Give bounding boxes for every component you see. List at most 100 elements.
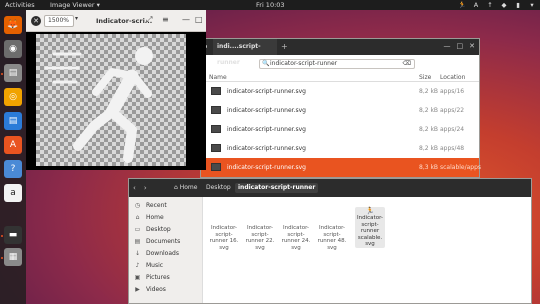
sidebar-item-recent[interactable]: ◷ Recent bbox=[133, 200, 201, 212]
window-controls: — □ ✕ bbox=[444, 42, 476, 50]
close-button[interactable]: ✕ bbox=[469, 42, 475, 50]
image-canvas[interactable] bbox=[36, 34, 186, 166]
file-thumbnail bbox=[211, 87, 221, 95]
sidebar-item-label: Documents bbox=[146, 238, 181, 245]
videos-icon: ▶ bbox=[135, 286, 140, 293]
rhythmbox-icon[interactable]: ◎ bbox=[4, 88, 22, 106]
top-bar: Activities Image Viewer ▾ Fri 10:03 🏃 A … bbox=[0, 0, 540, 10]
fullscreen-icon[interactable]: ⤢ bbox=[146, 15, 152, 25]
table-row[interactable]: indicator-script-runner.svg 8,2 kB apps/… bbox=[201, 101, 479, 120]
file-label-line: Indicator- bbox=[211, 225, 237, 231]
file-name: indicator-script-runner.svg bbox=[227, 145, 306, 152]
file-item-selected[interactable]: 🏃 Indicator- script- runner scalable. sv… bbox=[355, 207, 385, 248]
column-location[interactable]: Location bbox=[440, 74, 465, 81]
battery-icon[interactable]: ▮ bbox=[514, 1, 522, 9]
table-row-selected[interactable]: indicator-script-runner.svg 8,3 kB scala… bbox=[201, 158, 482, 177]
search-results-window: ◂ indi....script-runner + — □ ✕ 🔍 indica… bbox=[200, 38, 482, 178]
breadcrumb-home-label: Home bbox=[179, 184, 198, 191]
file-name: indicator-script-runner.svg bbox=[227, 107, 306, 114]
file-size: 8,2 kB bbox=[419, 88, 439, 95]
email-icon[interactable]: ◉ bbox=[4, 40, 22, 58]
sidebar-item-pictures[interactable]: ▣ Pictures bbox=[133, 272, 201, 284]
maximize-button[interactable]: □ bbox=[457, 42, 464, 50]
app-menu[interactable]: Image Viewer ▾ bbox=[50, 1, 100, 9]
sidebar-item-documents[interactable]: ▤ Documents bbox=[133, 236, 201, 248]
file-item[interactable]: Indicator- script- runner 48. svg bbox=[317, 217, 347, 251]
hamburger-menu-icon[interactable]: ≡ bbox=[162, 15, 169, 24]
file-label-line: runner 22. bbox=[245, 238, 275, 244]
file-label-line: svg bbox=[327, 244, 337, 251]
running-indicator bbox=[1, 235, 3, 237]
clear-search-icon[interactable]: ⌫ bbox=[403, 60, 411, 68]
sidebar-item-desktop[interactable]: ▭ Desktop bbox=[133, 224, 201, 236]
terminal-icon[interactable]: ▬ bbox=[4, 226, 22, 244]
sidebar-item-home[interactable]: ⌂ Home bbox=[133, 212, 201, 224]
minimize-button[interactable]: — bbox=[444, 42, 451, 50]
forward-button[interactable]: › bbox=[144, 184, 147, 192]
nav-buttons: ‹ › bbox=[133, 184, 147, 192]
file-item[interactable]: Indicator- script- runner 16. svg bbox=[209, 217, 239, 251]
sidebar: ◷ Recent ⌂ Home ▭ Desktop ▤ Documents ↓ Downl… bbox=[129, 197, 203, 303]
file-label-line: Indicator- bbox=[357, 215, 383, 221]
amazon-icon[interactable]: a bbox=[4, 184, 22, 202]
running-indicator bbox=[1, 257, 3, 259]
file-item[interactable]: Indicator- script- runner 24. svg bbox=[281, 217, 311, 251]
sidebar-item-label: Home bbox=[146, 214, 164, 221]
system-menu-icon[interactable]: ▾ bbox=[528, 1, 536, 9]
breadcrumb-desktop[interactable]: Desktop bbox=[203, 183, 234, 193]
sidebar-item-label: Pictures bbox=[146, 274, 170, 281]
sidebar-item-videos[interactable]: ▶ Videos bbox=[133, 284, 201, 296]
search-icon: 🔍 bbox=[262, 60, 270, 67]
keyboard-layout-icon[interactable]: A bbox=[472, 1, 480, 9]
sidebar-item-music[interactable]: ♪ Music bbox=[133, 260, 201, 272]
back-button[interactable]: ‹ bbox=[133, 184, 136, 192]
file-label-line: svg bbox=[219, 244, 229, 251]
file-label-line: runner 16. bbox=[209, 238, 239, 244]
recent-icon: ◷ bbox=[134, 202, 141, 209]
desktop-icon: ▭ bbox=[134, 226, 141, 233]
running-indicator bbox=[1, 73, 3, 75]
table-row[interactable]: indicator-script-runner.svg 8,2 kB apps/… bbox=[201, 120, 479, 139]
software-icon[interactable]: A bbox=[4, 136, 22, 154]
activities-button[interactable]: Activities bbox=[5, 1, 35, 9]
clock[interactable]: Fri 10:03 bbox=[256, 1, 285, 9]
breadcrumb-current[interactable]: indicator-script-runner bbox=[235, 183, 319, 193]
close-button[interactable]: ✕ bbox=[31, 16, 41, 26]
firefox-icon[interactable]: 🦊 bbox=[4, 16, 22, 34]
new-tab-button[interactable]: + bbox=[281, 42, 288, 51]
file-item[interactable]: Indicator- script- runner 22. svg bbox=[245, 217, 275, 251]
column-size[interactable]: Size bbox=[419, 74, 431, 81]
zoom-level[interactable]: 1500% bbox=[44, 15, 74, 27]
files-icon[interactable]: ▤ bbox=[4, 64, 22, 82]
tab-search-results[interactable]: indi....script-runner bbox=[213, 39, 277, 66]
script-runner-indicator-icon[interactable]: 🏃 bbox=[458, 1, 466, 9]
image-viewer-icon[interactable]: ▦ bbox=[4, 248, 22, 266]
help-icon[interactable]: ? bbox=[4, 160, 22, 178]
file-label-line: svg bbox=[365, 241, 375, 247]
file-size: 8,2 kB bbox=[419, 107, 439, 114]
dock: 🦊 ◉ ▤ ◎ ▤ A ? a ▬ ▦ bbox=[0, 10, 26, 304]
writer-icon[interactable]: ▤ bbox=[4, 112, 22, 130]
table-row[interactable]: indicator-script-runner.svg 8,2 kB apps/… bbox=[201, 82, 479, 101]
files-header: ‹ › ⌂ Home Desktop indicator-script-runn… bbox=[129, 179, 531, 197]
sidebar-item-label: Videos bbox=[146, 286, 166, 293]
pictures-icon: ▣ bbox=[134, 274, 141, 281]
file-grid: Indicator- script- runner 16. svg Indica… bbox=[203, 197, 531, 303]
file-location: apps/24 bbox=[440, 126, 465, 133]
file-location: scalable/apps bbox=[440, 164, 482, 171]
network-icon[interactable]: ↑ bbox=[486, 1, 494, 9]
file-icon bbox=[317, 217, 347, 225]
volume-icon[interactable]: ◆ bbox=[500, 1, 508, 9]
zoom-dropdown-icon[interactable]: ▾ bbox=[75, 15, 78, 22]
maximize-button[interactable]: □ bbox=[195, 15, 203, 24]
search-input[interactable]: 🔍 indicator-script-runner ⌫ bbox=[259, 59, 415, 69]
minimize-button[interactable]: — bbox=[182, 15, 190, 24]
column-name[interactable]: Name bbox=[209, 74, 227, 81]
file-label-line: Indicator- bbox=[247, 225, 273, 231]
sidebar-item-downloads[interactable]: ↓ Downloads bbox=[133, 248, 201, 260]
file-location: apps/16 bbox=[440, 88, 465, 95]
column-headers: Name Size Location bbox=[201, 72, 479, 82]
table-row[interactable]: indicator-script-runner.svg 8,2 kB apps/… bbox=[201, 139, 479, 158]
breadcrumb-home[interactable]: ⌂ Home bbox=[171, 183, 200, 193]
music-icon: ♪ bbox=[135, 262, 140, 269]
